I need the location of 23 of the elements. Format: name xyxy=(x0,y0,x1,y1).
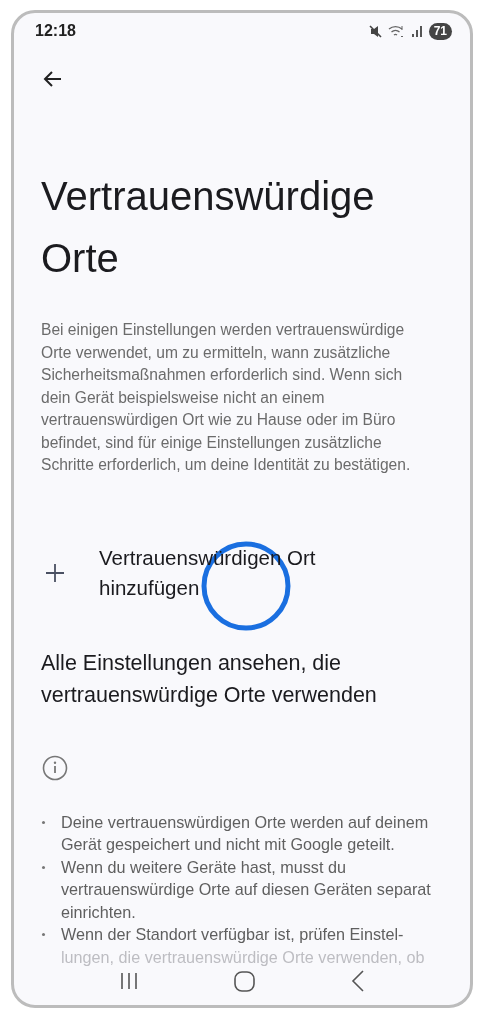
status-time: 12:18 xyxy=(35,22,76,40)
info-bullet-text: Wenn du weitere Geräte hast, musst du vertrauenswürdige Orte auf diesen Geräten separat einrichten. xyxy=(61,857,431,921)
info-icon xyxy=(42,754,68,781)
plus-icon xyxy=(46,563,64,582)
bullet-dot xyxy=(42,933,45,936)
back-chevron-icon xyxy=(350,970,365,992)
signal-icon xyxy=(410,25,423,37)
bullet-dot xyxy=(42,820,45,824)
view-settings-link[interactable]: Alle Einstellungen ansehen, die vertrauenswürdige Orte verwenden xyxy=(41,646,470,711)
bullet-dot xyxy=(42,865,45,869)
info-bullet-text: Deine vertrauenswürdigen Orte werden auf deinem Gerät gespeichert und nicht mit Google geteilt. xyxy=(61,812,429,853)
description-text: Bei einigen Einstellungen werden vertrauenswürdige Orte verwendet, um zu ermitteln, wann zusätzliche Sicherheitsmaßnahmen erforderlich sind. Wenn sich dein Gerät beispielsweise nicht an einem vertrauenswürdigen Ort wie zu Hause oder im Büro befindet, sind für einige Einstellungen zusätzliche Schritte erforderlich, um deine Identität zu bestätigen. xyxy=(41,320,412,475)
page-title: Vertrauenswürdige Orte xyxy=(41,173,376,282)
home-icon xyxy=(233,970,255,992)
recent-apps-button[interactable] xyxy=(119,972,138,990)
battery-level: 71 xyxy=(428,22,452,40)
back-nav-button[interactable] xyxy=(350,970,365,992)
home-button[interactable] xyxy=(233,970,255,992)
info-bullet-text: Wenn der Standort verfügbar ist, prüfen Einstel- xyxy=(61,924,404,945)
recent-apps-icon xyxy=(119,972,138,990)
faded-text-line: lungen, die vertrauenswürdige Orte verwenden, ob xyxy=(61,946,425,968)
wifi-icon xyxy=(387,24,405,38)
mute-icon xyxy=(368,24,382,38)
